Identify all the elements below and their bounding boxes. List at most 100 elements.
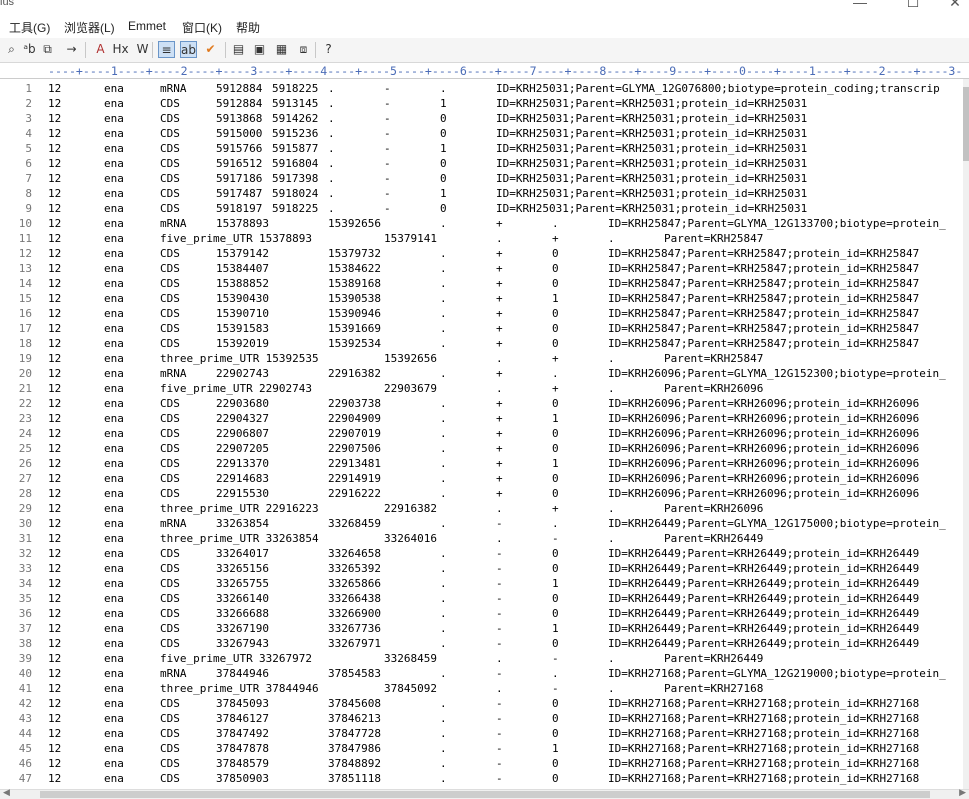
end-cell: 22914919 xyxy=(328,472,381,485)
editor-line[interactable]: 13 12 ena CDS 15384407 15384622. +0 ID=KRH25847… xyxy=(0,261,963,276)
ruler-icon[interactable]: ab xyxy=(180,41,197,58)
editor-line[interactable]: 42 12 ena CDS 37845093 37845608. - 0 ID=KRH27168… xyxy=(0,696,963,711)
start-cell: 37844946 xyxy=(265,682,319,695)
editor-line[interactable]: 27 12 ena CDS 22914683 22914919. +0 ID=KRH26096… xyxy=(0,471,963,486)
seqid-cell: 12 xyxy=(48,637,62,650)
editor-line[interactable]: 34 12 ena CDS 33265755 33265866. - 1 ID=KRH26449… xyxy=(0,576,963,591)
text-editor[interactable]: 1 12 ena mRNA 5912884 5918225. -. ID=KRH25031;P… xyxy=(0,79,963,789)
editor-line[interactable]: 43 12 ena CDS 37846127 37846213. - 0 ID=KRH27168… xyxy=(0,711,963,726)
scroll-left-icon[interactable]: ◀ xyxy=(3,787,10,798)
editor-line[interactable]: 24 12 ena CDS 22906807 22907019. +0 ID=KRH26096… xyxy=(0,426,963,441)
attributes-cell: ID=KRH26096;Parent=KRH26096;protein_id=K… xyxy=(608,472,920,485)
editor-line[interactable]: 26 12 ena CDS 22913370 22913481. +1 ID=KRH26096… xyxy=(0,456,963,471)
editor-line[interactable]: 15 12 ena CDS 15390430 15390538. +1 ID=KRH25847… xyxy=(0,291,963,306)
font-icon[interactable]: A xyxy=(92,41,109,58)
editor-line[interactable]: 18 12 ena CDS 15392019 15392534. +0 ID=KRH25847… xyxy=(0,336,963,351)
editor-line[interactable]: 38 12 ena CDS 33267943 33267971. - 0 ID=KRH26449… xyxy=(0,636,963,651)
start-cell: 5912884 xyxy=(216,97,263,110)
vertical-scroll-thumb[interactable] xyxy=(963,87,969,161)
editor-line[interactable]: 3 12 ena CDS 5913868 5914262. - 0 ID=KRH25031;Pa… xyxy=(0,111,963,126)
editor-line[interactable]: 23 12 ena CDS 22904327 22904909. +1 ID=KRH26096… xyxy=(0,411,963,426)
editor-line[interactable]: 35 12 ena CDS 33266140 33266438. - 0 ID=KRH26449… xyxy=(0,591,963,606)
editor-line[interactable]: 17 12 ena CDS 15391583 15391669. +0 ID=KRH25847… xyxy=(0,321,963,336)
editor-line[interactable]: 31 12 ena three_prime_UTR 33263854 33264016. -… xyxy=(0,531,963,546)
editor-line[interactable]: 4 12 ena CDS 5915000 5915236. - 0 ID=KRH25031;Pa… xyxy=(0,126,963,141)
editor-line[interactable]: 5 12 ena CDS 5915766 5915877. - 1 ID=KRH25031;Pa… xyxy=(0,141,963,156)
editor-line[interactable]: 41 12 ena three_prime_UTR 37844946 37845092. -… xyxy=(0,681,963,696)
editor-line[interactable]: 19 12 ena three_prime_UTR 15392535 15392656. +… xyxy=(0,351,963,366)
horizontal-scroll-thumb[interactable] xyxy=(40,791,930,798)
start-cell: 22902743 xyxy=(259,382,312,395)
end-cell: 22903679 xyxy=(384,382,437,395)
editor-line[interactable]: 28 12 ena CDS 22915530 22916222. +0 ID=KRH26096… xyxy=(0,486,963,501)
seqid-cell: 12 xyxy=(48,397,62,410)
editor-line[interactable]: 29 12 ena three_prime_UTR 22916223 22916382. +… xyxy=(0,501,963,516)
editor-line[interactable]: 10 12 ena mRNA 15378893 15392656. +. ID=KRH2584… xyxy=(0,216,963,231)
editor-line[interactable]: 16 12 ena CDS 15390710 15390946. +0 ID=KRH25847… xyxy=(0,306,963,321)
editor-line[interactable]: 47 12 ena CDS 37850903 37851118. - 0 ID=KRH27168… xyxy=(0,771,963,786)
editor-line[interactable]: 14 12 ena CDS 15388852 15389168. +0 ID=KRH25847… xyxy=(0,276,963,291)
phase-cell: 1 xyxy=(552,457,559,470)
menu-browser[interactable]: 浏览器(L) xyxy=(64,19,115,36)
editor-line[interactable]: 36 12 ena CDS 33266688 33266900. - 0 ID=KRH26449… xyxy=(0,606,963,621)
strand-cell: - xyxy=(496,517,503,530)
editor-line[interactable]: 44 12 ena CDS 37847492 37847728. - 0 ID=KRH27168… xyxy=(0,726,963,741)
menu-window[interactable]: 窗口(K) xyxy=(182,19,222,36)
clipboard-icon[interactable]: ▣ xyxy=(251,41,268,58)
hex-icon[interactable]: Hx xyxy=(112,41,129,58)
strand-cell: - xyxy=(384,142,391,155)
editor-line[interactable]: 2 12 ena CDS 5912884 5913145. - 1 ID=KRH25031;Pa… xyxy=(0,96,963,111)
editor-line[interactable]: 46 12 ena CDS 37848579 37848892. - 0 ID=KRH27168… xyxy=(0,756,963,771)
editor-line[interactable]: 8 12 ena CDS 5917487 5918024. - 1 ID=KRH25031;Pa… xyxy=(0,186,963,201)
word-wrap-icon[interactable]: W xyxy=(134,41,151,58)
editor-line[interactable]: 6 12 ena CDS 5916512 5916804. - 0 ID=KRH25031;Pa… xyxy=(0,156,963,171)
goto-line-icon[interactable]: → xyxy=(63,41,80,58)
line-number: 27 xyxy=(18,472,32,485)
start-cell: 22907205 xyxy=(216,442,269,455)
menu-emmet[interactable]: Emmet xyxy=(128,19,166,33)
editor-line[interactable]: 25 12 ena CDS 22907205 22907506. +0 ID=KRH26096… xyxy=(0,441,963,456)
editor-line[interactable]: 22 12 ena CDS 22903680 22903738. +0 ID=KRH26096… xyxy=(0,396,963,411)
editor-line[interactable]: 11 12 ena five_prime_UTR 15378893 15379141. +.… xyxy=(0,231,963,246)
find-in-files-icon[interactable]: ⧉ xyxy=(39,41,56,58)
editor-line[interactable]: 21 12 ena five_prime_UTR 22902743 22903679. +.… xyxy=(0,381,963,396)
editor-line[interactable]: 32 12 ena CDS 33264017 33264658. - 0 ID=KRH26449… xyxy=(0,546,963,561)
start-cell: 37846127 xyxy=(216,712,269,725)
line-numbers-icon[interactable]: ≡ xyxy=(158,41,175,58)
maximize-icon[interactable]: ☐ xyxy=(893,0,933,11)
source-cell: ena xyxy=(104,517,124,530)
editor-line[interactable]: 39 12 ena five_prime_UTR 33267972 33268459. -.… xyxy=(0,651,963,666)
scroll-right-icon[interactable]: ▶ xyxy=(959,787,966,798)
editor-line[interactable]: 7 12 ena CDS 5917186 5917398. - 0 ID=KRH25031;Pa… xyxy=(0,171,963,186)
attributes-cell: ID=KRH26449;Parent=KRH26449;protein_id=K… xyxy=(608,592,920,605)
editor-line[interactable]: 9 12 ena CDS 5918197 5918225. - 0 ID=KRH25031;Pa… xyxy=(0,201,963,216)
minimize-icon[interactable]: — xyxy=(840,0,880,10)
output-icon[interactable]: ⧈ xyxy=(295,41,312,58)
editor-line[interactable]: 30 12 ena mRNA 33263854 33268459. -. ID=KRH2644… xyxy=(0,516,963,531)
line-number: 43 xyxy=(18,712,32,725)
editor-line[interactable]: 45 12 ena CDS 37847878 37847986. - 1 ID=KRH27168… xyxy=(0,741,963,756)
seqid-cell: 12 xyxy=(48,352,62,365)
attributes-cell: ID=KRH25847;Parent=KRH25847;protein_id=K… xyxy=(608,292,920,305)
replace-icon[interactable]: ᵃb xyxy=(21,41,38,58)
vertical-scrollbar[interactable] xyxy=(963,79,969,789)
editor-line[interactable]: 20 12 ena mRNA 22902743 22916382. +. ID=KRH2609… xyxy=(0,366,963,381)
editor-line[interactable]: 12 12 ena CDS 15379142 15379732. +0 ID=KRH25847… xyxy=(0,246,963,261)
editor-line[interactable]: 40 12 ena mRNA 37844946 37854583. -. ID=KRH2716… xyxy=(0,666,963,681)
menu-tools[interactable]: 工具(G) xyxy=(9,19,50,36)
editor-line[interactable]: 37 12 ena CDS 33267190 33267736. - 1 ID=KRH26449… xyxy=(0,621,963,636)
editor-line[interactable]: 1 12 ena mRNA 5912884 5918225. -. ID=KRH25031;P… xyxy=(0,81,963,96)
close-icon[interactable]: ✕ xyxy=(935,0,969,11)
strand-cell: + xyxy=(496,247,503,260)
menu-help[interactable]: 帮助 xyxy=(236,19,260,36)
list-icon[interactable]: ▤ xyxy=(230,41,247,58)
seqid-cell: 12 xyxy=(48,142,62,155)
spell-check-icon[interactable]: ✔ xyxy=(202,41,219,58)
tags-icon[interactable]: ▦ xyxy=(273,41,290,58)
search-icon[interactable]: ⌕ xyxy=(3,41,20,58)
attributes-cell: ID=KRH25031;Parent=KRH25031;protein_id=K… xyxy=(496,142,808,155)
help-icon[interactable]: ? xyxy=(320,41,337,58)
start-cell: 15391583 xyxy=(216,322,269,335)
phase-cell: 1 xyxy=(552,622,559,635)
editor-line[interactable]: 33 12 ena CDS 33265156 33265392. - 0 ID=KRH26449… xyxy=(0,561,963,576)
